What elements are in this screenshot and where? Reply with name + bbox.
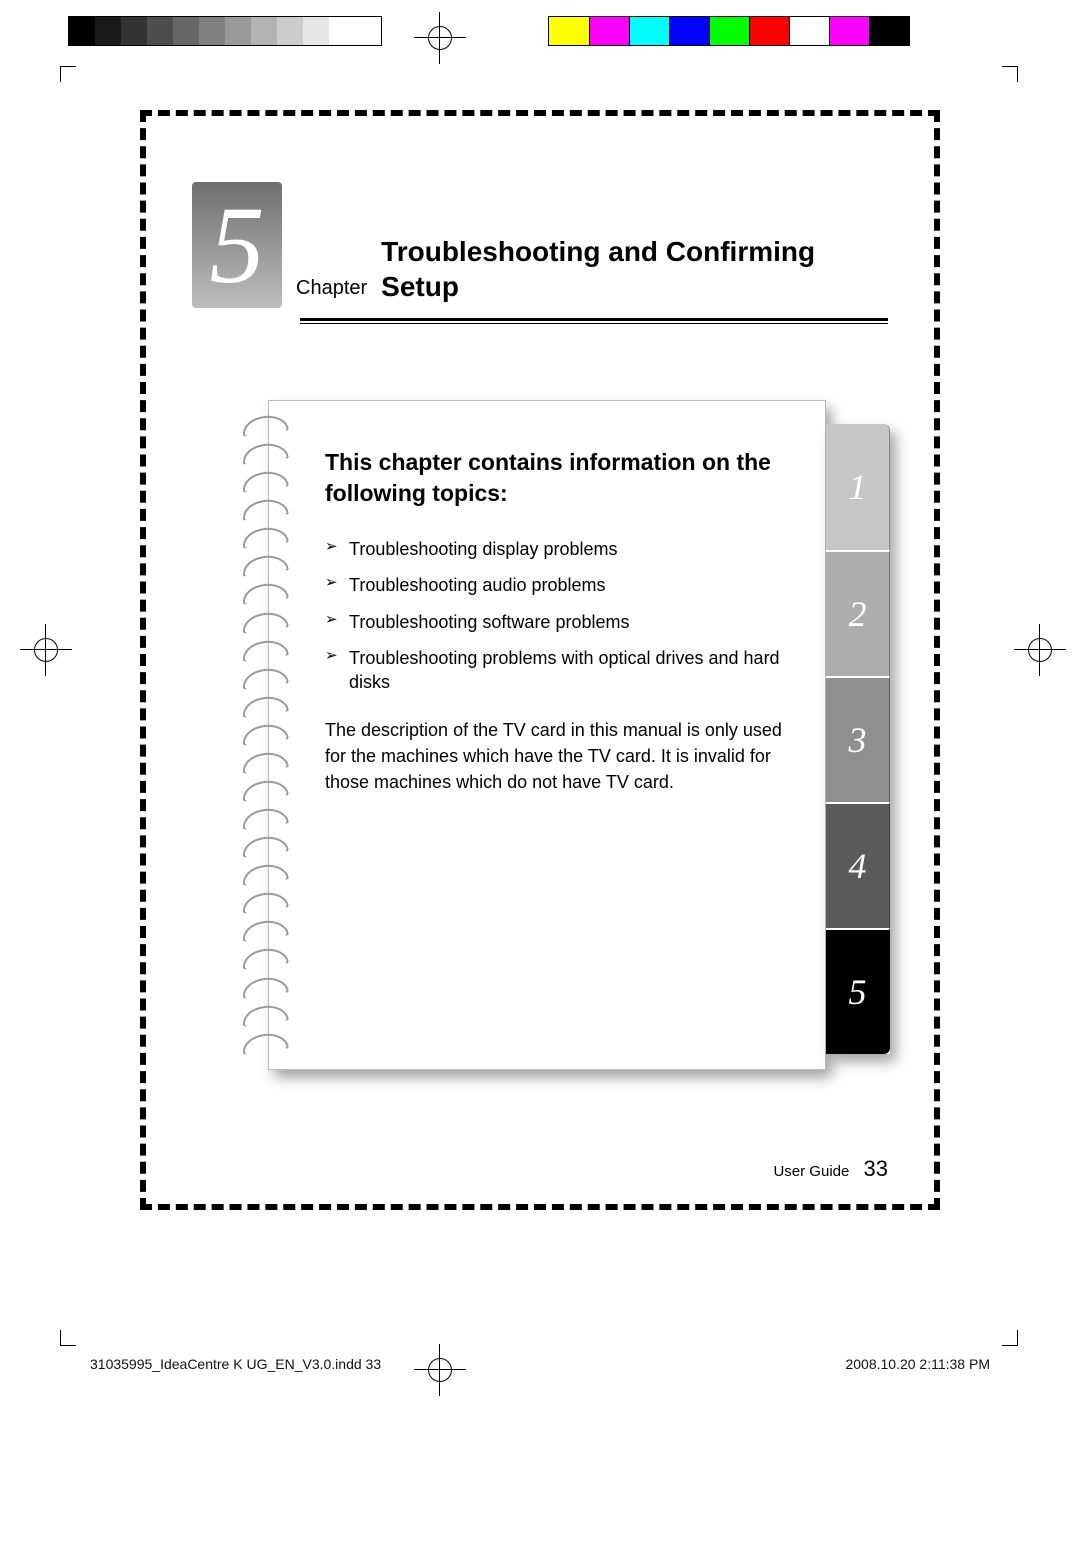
section-tabs: 1 2 3 4 5 (826, 424, 890, 1054)
footer-label: User Guide (773, 1163, 849, 1180)
trim-mark (1002, 66, 1018, 82)
notebook-card: This chapter contains information on the… (236, 400, 826, 1070)
page-number: 33 (864, 1156, 888, 1181)
tab-1: 1 (826, 424, 890, 550)
chapter-header: 5 Chapter Troubleshooting and Confirming… (192, 182, 888, 308)
topic-item: Troubleshooting software problems (325, 610, 795, 634)
registration-mark-top (420, 18, 460, 58)
topic-item: Troubleshooting display problems (325, 537, 795, 561)
topic-item: Troubleshooting audio problems (325, 573, 795, 597)
trim-mark (60, 66, 76, 82)
chapter-number-badge: 5 (192, 182, 282, 308)
card-heading: This chapter contains information on the… (325, 447, 795, 509)
registration-mark-right (1020, 630, 1060, 670)
tab-4: 4 (826, 802, 890, 928)
grayscale-calibration-strip (68, 16, 382, 46)
card-note: The description of the TV card in this m… (325, 717, 795, 795)
slug-timestamp: 2008.10.20 2:11:38 PM (845, 1356, 990, 1372)
tab-3: 3 (826, 676, 890, 802)
chapter-title: Troubleshooting and Confirming Setup (381, 234, 888, 308)
print-slug-line: 31035995_IdeaCentre K UG_EN_V3.0.indd 33… (90, 1356, 990, 1372)
slug-filename: 31035995_IdeaCentre K UG_EN_V3.0.indd 33 (90, 1356, 381, 1372)
topic-item: Troubleshooting problems with optical dr… (325, 646, 795, 695)
trim-mark (1002, 1330, 1018, 1346)
page-footer: User Guide 33 (773, 1156, 888, 1182)
trim-mark (60, 1330, 76, 1346)
header-rule (300, 318, 888, 324)
tab-2: 2 (826, 550, 890, 676)
color-calibration-strip (548, 16, 910, 46)
chapter-label: Chapter (296, 277, 367, 308)
tab-5: 5 (826, 928, 890, 1054)
spiral-binding-icon (242, 416, 298, 1054)
page-frame: 5 Chapter Troubleshooting and Confirming… (140, 110, 940, 1210)
registration-mark-left (26, 630, 66, 670)
topic-list: Troubleshooting display problems Trouble… (325, 537, 795, 694)
